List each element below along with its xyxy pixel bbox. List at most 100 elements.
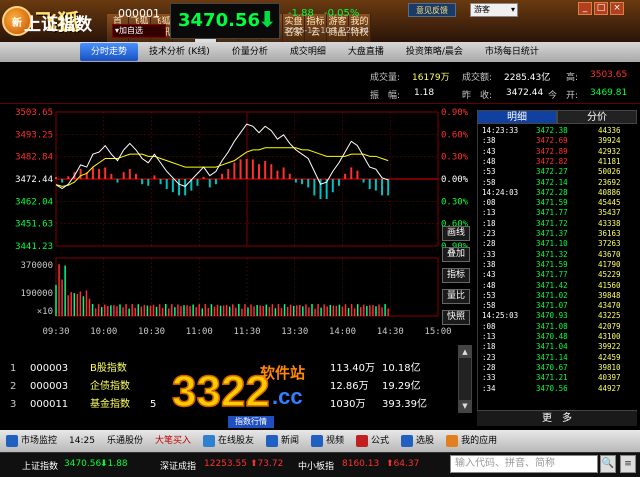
table-cell: 1 — [10, 363, 17, 374]
volume-value: 16179万 — [412, 73, 450, 83]
tick-time: :33 — [482, 373, 496, 383]
time-tick-label: 13:30 — [281, 327, 308, 337]
chart-side-button-3[interactable]: 量比 — [442, 289, 470, 304]
tick-volume: 43100 — [598, 332, 621, 341]
open-value: 3469.81 — [590, 88, 628, 98]
table-row[interactable]: 2 000003 企债指数 12.86万 19.29亿 — [0, 378, 474, 396]
subtab-2[interactable]: 价量分析 — [221, 43, 279, 61]
minimize-icon[interactable]: _ — [578, 2, 592, 15]
high-value: 3503.65 — [590, 70, 628, 80]
chart-svg: 3503.65 0.90% 3493.25 0.60% 3482.84 0.30% 3472… — [15, 108, 469, 337]
tick-price: 3471.59 — [536, 198, 568, 208]
toolbar-item-8[interactable]: 选股 — [395, 430, 440, 452]
status-index3-name[interactable]: 中小板指 — [298, 459, 334, 472]
index-name: 上证指数 — [24, 15, 92, 35]
tick-row: :53 3471.02 39848 — [478, 291, 638, 301]
close-icon[interactable]: × — [610, 2, 624, 15]
chart-side-button-2[interactable]: 指标 — [442, 268, 470, 283]
tick-time: :38 — [482, 136, 496, 146]
tick-row: :33 3471.32 43670 — [478, 250, 638, 260]
maximize-icon[interactable]: □ — [594, 2, 608, 15]
tick-row: :33 3471.21 40397 — [478, 373, 638, 383]
price-tick-label: 3441.23 — [15, 242, 53, 252]
volume-tick-label: 370000 — [20, 261, 53, 271]
tick-volume: 35437 — [598, 208, 621, 218]
tick-volume: 42932 — [598, 146, 621, 156]
tick-price: 3471.72 — [536, 218, 568, 228]
chart-side-button-0[interactable]: 画线 — [442, 226, 470, 241]
toolbar-item-5[interactable]: 新闻 — [260, 430, 305, 452]
table-row[interactable]: 3 000011 基金指数 5 1030万 393.39亿 — [0, 396, 474, 414]
tick-volume: 45445 — [598, 198, 621, 208]
toolbar-item-4[interactable]: 在线股友 — [197, 430, 260, 452]
intraday-chart[interactable]: 3503.65 0.90% 3493.25 0.60% 3482.84 0.30% 3472… — [0, 104, 474, 340]
subtab-5[interactable]: 投资策略/晨会 — [395, 43, 474, 61]
status-index1-name[interactable]: 上证指数 — [22, 459, 58, 472]
search-icon[interactable]: 🔍 — [600, 455, 616, 473]
tick-price: 3471.77 — [536, 208, 568, 218]
table-cell: 基金指数 — [90, 399, 130, 410]
stock-search-input[interactable]: 输入代码、拼音、简称 — [450, 455, 598, 473]
scroll-down-icon[interactable]: ▼ — [459, 400, 471, 412]
subtab-3[interactable]: 成交明细 — [279, 43, 337, 61]
toolbar-item-6[interactable]: 视频 — [305, 430, 350, 452]
toolbar-label: 在线股友 — [217, 436, 254, 446]
volume-tick-label: ×10 — [37, 307, 53, 317]
tick-volume: 39924 — [598, 136, 621, 146]
toolbar-item-1[interactable]: 14:25 — [63, 430, 101, 452]
user-select[interactable]: 游客 — [470, 3, 518, 17]
status-index2-name[interactable]: 深证成指 — [160, 459, 196, 472]
scroll-up-icon[interactable]: ▲ — [459, 346, 471, 358]
tick-price: 3472.14 — [536, 177, 568, 187]
toolbar-item-2[interactable]: 乐通股份 — [101, 430, 149, 452]
index-quotes-tab[interactable]: 指数行情 — [228, 416, 274, 428]
tick-time: 14:25:03 — [482, 311, 519, 321]
time-tick-label: 10:30 — [138, 327, 165, 337]
toolbar-label: 乐通股份 — [106, 436, 143, 446]
tick-row: :23 3471.14 42459 — [478, 353, 638, 363]
tick-volume: 43338 — [598, 218, 621, 228]
more-button[interactable]: 更 多 — [477, 410, 637, 426]
feedback-button[interactable]: 意见反馈 — [408, 3, 456, 17]
tick-price: 3471.59 — [536, 259, 568, 269]
tick-price: 3471.37 — [536, 229, 568, 238]
tick-row: :23 3471.37 36163 — [478, 229, 638, 239]
status-index3-change: ⬆64.37 — [386, 459, 420, 469]
tick-volume: 39810 — [598, 362, 621, 372]
subtab-1[interactable]: 技术分析 (K线) — [138, 43, 221, 61]
subtab-0[interactable]: 分时走势 — [80, 43, 139, 61]
chart-side-button-4[interactable]: 快照 — [442, 310, 470, 325]
sub-tabs: 分时走势 技术分析 (K线) 价量分析 成交明细 大盘直播 投资策略/晨会 市场每日统计 — [0, 42, 640, 62]
price-tick-label: 3493.25 — [15, 130, 53, 140]
toolbar-item-9[interactable]: 我的应用 — [440, 430, 503, 452]
table-scrollbar[interactable]: ▲ ▼ — [458, 345, 472, 413]
myapp-icon — [446, 435, 459, 447]
tick-row: :13 3471.77 35437 — [478, 208, 638, 218]
tick-row: :58 3472.14 23692 — [478, 178, 638, 188]
tick-row: :43 3471.77 45229 — [478, 270, 638, 280]
tick-time: :58 — [482, 177, 496, 187]
tick-time: 14:23:33 — [482, 126, 519, 135]
table-cell: 19.29亿 — [382, 381, 421, 392]
table-cell: 3 — [10, 399, 17, 410]
menu-icon[interactable]: ≡ — [620, 455, 636, 473]
right-tab-0[interactable]: 明细 — [477, 110, 557, 124]
tick-volume: 41790 — [598, 259, 621, 269]
status-index3-value: 8160.13 — [342, 459, 380, 469]
table-row[interactable]: 1 000003 B股指数 113.40万 10.18亿 — [0, 360, 474, 378]
add-watchlist-button[interactable]: ▾加自选 — [112, 24, 166, 38]
subtab-4[interactable]: 大盘直播 — [337, 43, 395, 61]
subtab-6[interactable]: 市场每日统计 — [474, 43, 550, 61]
window-controls: _ □ × — [578, 2, 624, 15]
toolbar-item-0[interactable]: 市场监控 — [0, 430, 63, 452]
tick-row: :34 3470.56 44927 — [478, 384, 638, 394]
time-tick-label: 11:30 — [233, 327, 260, 337]
right-tab-1[interactable]: 分价 — [557, 110, 637, 124]
toolbar-item-3[interactable]: 大笔买入 — [149, 430, 197, 452]
tick-row: :48 3471.42 41560 — [478, 281, 638, 291]
chart-side-button-1[interactable]: 叠加 — [442, 247, 470, 262]
toolbar-item-7[interactable]: 公式 — [350, 430, 395, 452]
bottom-toolbar: 市场监控 14:25 乐通股份 大笔买入 在线股友 新闻 视频 公式 选股 我的应用 — [0, 430, 640, 452]
right-tabs: 明细 分价 — [477, 110, 637, 124]
tick-time: :28 — [482, 239, 496, 249]
